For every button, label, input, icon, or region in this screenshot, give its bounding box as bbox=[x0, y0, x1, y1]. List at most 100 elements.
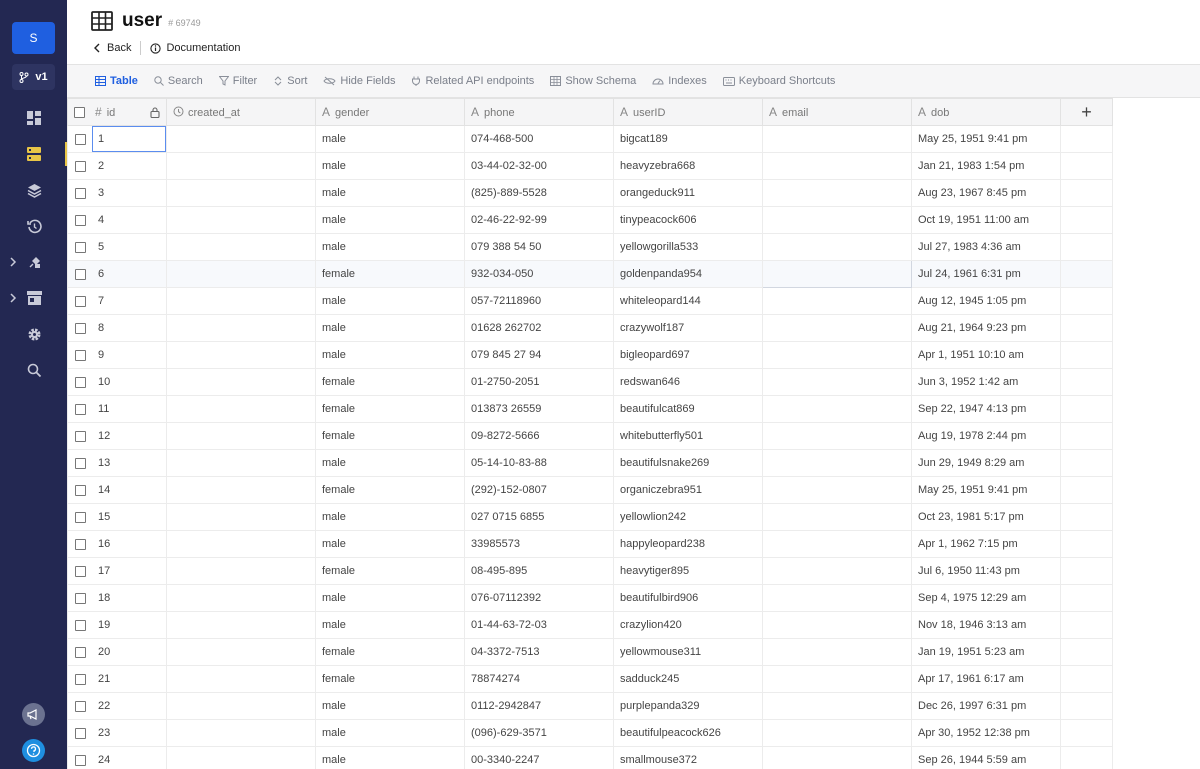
cell-userid[interactable]: purplepanda329 bbox=[613, 692, 763, 720]
cell-id[interactable]: 18 bbox=[67, 584, 167, 612]
cell-userid[interactable]: smallmouse372 bbox=[613, 746, 763, 769]
cell-id[interactable]: 8 bbox=[67, 314, 167, 342]
cell-dob[interactable]: Oct 19, 1951 11:00 am bbox=[911, 206, 1061, 234]
cell-userid[interactable]: happyleopard238 bbox=[613, 530, 763, 558]
cell-dob[interactable]: Apr 1, 1951 10:10 am bbox=[911, 341, 1061, 369]
cell-dob[interactable]: Oct 23, 1981 5:17 pm bbox=[911, 503, 1061, 531]
cell-dob[interactable]: Sep 4, 1975 12:29 am bbox=[911, 584, 1061, 612]
nav-integrations[interactable] bbox=[22, 250, 46, 274]
cell-created-at[interactable] bbox=[166, 314, 316, 342]
row-checkbox[interactable] bbox=[75, 754, 86, 766]
cell-email[interactable] bbox=[762, 422, 912, 450]
row-checkbox[interactable] bbox=[75, 322, 86, 334]
cell-gender[interactable]: male bbox=[315, 233, 465, 261]
cell-empty[interactable] bbox=[1060, 530, 1113, 558]
cell-id[interactable]: 16 bbox=[67, 530, 167, 558]
cell-created-at[interactable] bbox=[166, 503, 316, 531]
table-row[interactable]: 17 female 08-495-895 heavytiger895 Jul 6, 19… bbox=[67, 557, 1113, 585]
cell-created-at[interactable] bbox=[166, 746, 316, 769]
cell-gender[interactable]: female bbox=[315, 557, 465, 585]
nav-layers[interactable] bbox=[22, 178, 46, 202]
hide-fields-button[interactable]: Hide Fields bbox=[323, 75, 395, 87]
table-row[interactable]: 14 female (292)-152-0807 organiczebra951 May… bbox=[67, 476, 1113, 504]
tab-table[interactable]: Table bbox=[95, 75, 138, 87]
cell-gender[interactable]: male bbox=[315, 746, 465, 769]
cell-userid[interactable]: sadduck245 bbox=[613, 665, 763, 693]
cell-phone[interactable]: 78874274 bbox=[464, 665, 614, 693]
row-checkbox[interactable] bbox=[75, 241, 86, 253]
cell-empty[interactable] bbox=[1060, 692, 1113, 720]
cell-empty[interactable] bbox=[1060, 341, 1113, 369]
search-button[interactable]: Search bbox=[154, 75, 203, 87]
cell-dob[interactable]: Aug 21, 1964 9:23 pm bbox=[911, 314, 1061, 342]
table-row[interactable]: 22 male 0112-2942847 purplepanda329 Dec 26, … bbox=[67, 692, 1113, 720]
column-header-id[interactable]: # id bbox=[67, 98, 167, 126]
row-checkbox[interactable] bbox=[75, 457, 86, 469]
table-row[interactable]: 12 female 09-8272-5666 whitebutterfly501 Aug… bbox=[67, 422, 1113, 450]
cell-id[interactable]: 23 bbox=[67, 719, 167, 747]
cell-created-at[interactable] bbox=[166, 638, 316, 666]
cell-userid[interactable]: yellowgorilla533 bbox=[613, 233, 763, 261]
cell-id[interactable]: 3 bbox=[67, 179, 167, 207]
cell-phone[interactable]: 076-07112392 bbox=[464, 584, 614, 612]
cell-created-at[interactable] bbox=[166, 449, 316, 477]
cell-gender[interactable]: male bbox=[315, 287, 465, 315]
cell-created-at[interactable] bbox=[166, 341, 316, 369]
cell-userid[interactable]: beautifulcat869 bbox=[613, 395, 763, 423]
column-header-gender[interactable]: Agender bbox=[315, 98, 465, 126]
cell-phone[interactable]: 027 0715 6855 bbox=[464, 503, 614, 531]
cell-phone[interactable]: 01628 262702 bbox=[464, 314, 614, 342]
cell-dob[interactable]: Jun 29, 1949 8:29 am bbox=[911, 449, 1061, 477]
cell-phone[interactable]: 079 845 27 94 bbox=[464, 341, 614, 369]
cell-empty[interactable] bbox=[1060, 395, 1113, 423]
cell-created-at[interactable] bbox=[166, 179, 316, 207]
row-checkbox[interactable] bbox=[75, 727, 86, 739]
row-checkbox[interactable] bbox=[75, 511, 86, 523]
cell-created-at[interactable] bbox=[166, 611, 316, 639]
table-row[interactable]: 20 female 04-3372-7513 yellowmouse311 Jan 19… bbox=[67, 638, 1113, 666]
cell-userid[interactable]: beautifulsnake269 bbox=[613, 449, 763, 477]
cell-created-at[interactable] bbox=[166, 719, 316, 747]
cell-id[interactable]: 14 bbox=[67, 476, 167, 504]
table-row[interactable]: 13 male 05-14-10-83-88 beautifulsnake269 Jun… bbox=[67, 449, 1113, 477]
cell-dob[interactable]: Nov 18, 1946 3:13 am bbox=[911, 611, 1061, 639]
cell-created-at[interactable] bbox=[166, 557, 316, 585]
cell-created-at[interactable] bbox=[166, 260, 316, 288]
cell-email[interactable] bbox=[762, 476, 912, 504]
table-row[interactable]: 5 male 079 388 54 50 yellowgorilla533 Jul 27… bbox=[67, 233, 1113, 261]
cell-email[interactable] bbox=[762, 530, 912, 558]
cell-dob[interactable]: Dec 26, 1997 6:31 pm bbox=[911, 692, 1061, 720]
cell-dob[interactable]: Jan 19, 1951 5:23 am bbox=[911, 638, 1061, 666]
row-checkbox[interactable] bbox=[75, 430, 86, 442]
cell-gender[interactable]: male bbox=[315, 692, 465, 720]
cell-created-at[interactable] bbox=[166, 665, 316, 693]
cell-id[interactable]: 12 bbox=[67, 422, 167, 450]
cell-email[interactable] bbox=[762, 125, 912, 153]
cell-empty[interactable] bbox=[1060, 314, 1113, 342]
cell-gender[interactable]: male bbox=[315, 719, 465, 747]
table-row[interactable]: 23 male (096)-629-3571 beautifulpeacock626 A… bbox=[67, 719, 1113, 747]
cell-empty[interactable] bbox=[1060, 557, 1113, 585]
sort-button[interactable]: Sort bbox=[273, 75, 307, 87]
cell-empty[interactable] bbox=[1060, 287, 1113, 315]
filter-button[interactable]: Filter bbox=[218, 75, 257, 87]
cell-id[interactable]: 15 bbox=[67, 503, 167, 531]
cell-created-at[interactable] bbox=[166, 206, 316, 234]
cell-email[interactable] bbox=[762, 503, 912, 531]
version-selector[interactable]: v1 bbox=[12, 64, 55, 90]
cell-gender[interactable]: male bbox=[315, 179, 465, 207]
cell-userid[interactable]: whitebutterfly501 bbox=[613, 422, 763, 450]
cell-phone[interactable]: 079 388 54 50 bbox=[464, 233, 614, 261]
row-checkbox[interactable] bbox=[75, 646, 86, 658]
table-row[interactable]: 11 female 013873 26559 beautifulcat869 Sep 2… bbox=[67, 395, 1113, 423]
cell-userid[interactable]: whiteleopard144 bbox=[613, 287, 763, 315]
cell-empty[interactable] bbox=[1060, 665, 1113, 693]
cell-userid[interactable]: bigcat189 bbox=[613, 125, 763, 153]
cell-email[interactable] bbox=[762, 638, 912, 666]
cell-created-at[interactable] bbox=[166, 422, 316, 450]
cell-id[interactable]: 24 bbox=[67, 746, 167, 769]
cell-phone[interactable]: 33985573 bbox=[464, 530, 614, 558]
cell-email[interactable] bbox=[762, 611, 912, 639]
cell-phone[interactable]: 08-495-895 bbox=[464, 557, 614, 585]
row-checkbox[interactable] bbox=[75, 619, 86, 631]
